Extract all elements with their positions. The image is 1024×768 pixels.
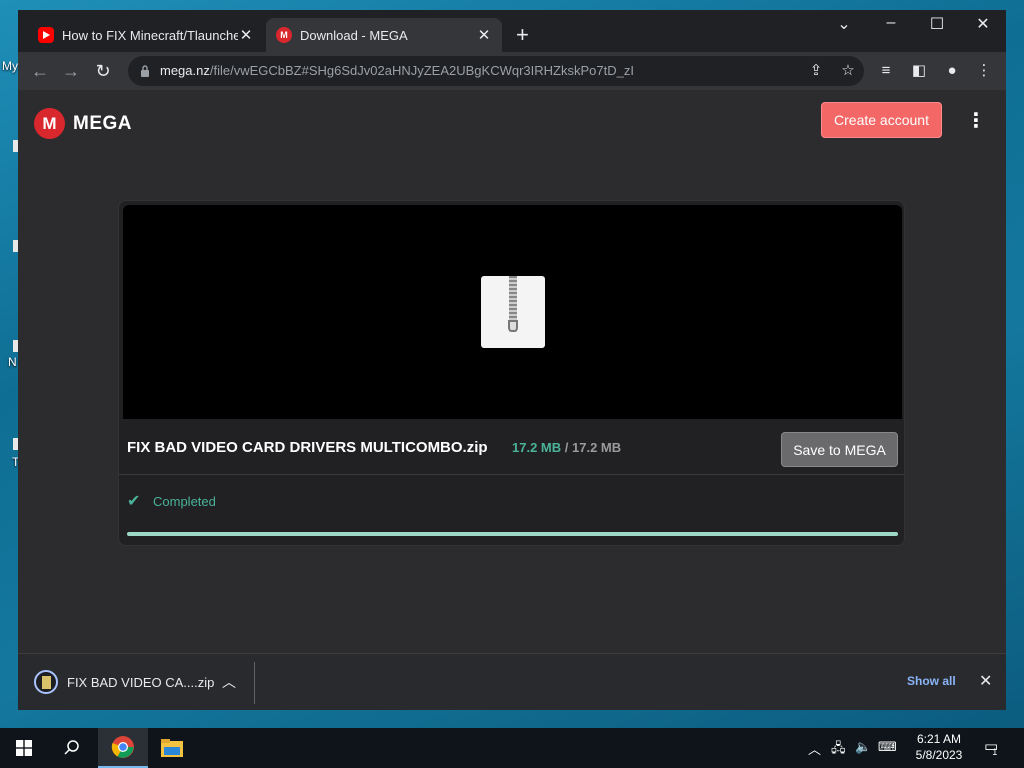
browser-menu-icon[interactable]: ⋮ bbox=[974, 61, 994, 81]
save-to-mega-button[interactable]: Save to MEGA bbox=[781, 432, 898, 467]
start-button[interactable] bbox=[0, 728, 48, 768]
progress-fill bbox=[127, 532, 898, 536]
url-path: /file/vwEGCbBZ#SHg6SdJv02aHNJyZEA2UBgKCW… bbox=[209, 63, 634, 78]
file-info-row: FIX BAD VIDEO CARD DRIVERS MULTICOMBO.zi… bbox=[119, 423, 904, 475]
url-host: mega.nz bbox=[160, 63, 210, 78]
mega-logo-icon: M bbox=[34, 108, 65, 139]
mega-logo-text: MEGA bbox=[73, 112, 132, 134]
zip-file-icon bbox=[481, 276, 545, 348]
minimize-button[interactable]: – bbox=[868, 14, 914, 32]
download-status: ✔ Completed bbox=[127, 491, 216, 511]
mega-icon: M bbox=[276, 27, 292, 43]
tab-strip: How to FIX Minecraft/Tlauncher ✕ M Downl… bbox=[18, 10, 1006, 52]
shelf-divider bbox=[254, 662, 255, 704]
tab-search-icon[interactable]: ⌄ bbox=[821, 14, 867, 34]
share-icon[interactable]: ⇪ bbox=[806, 61, 826, 81]
create-account-button[interactable]: Create account bbox=[821, 102, 942, 138]
youtube-icon bbox=[38, 27, 54, 43]
close-tab-icon[interactable]: ✕ bbox=[476, 26, 492, 44]
clock-date: 5/8/2023 bbox=[915, 748, 963, 762]
url-text: mega.nz/file/vwEGCbBZ#SHg6SdJv02aHNJyZEA… bbox=[160, 63, 634, 78]
zipper-pull-icon bbox=[508, 320, 518, 332]
tab-mega[interactable]: M Download - MEGA ✕ bbox=[266, 18, 502, 52]
file-explorer-icon[interactable] bbox=[150, 728, 194, 768]
side-panel-icon[interactable]: ◧ bbox=[909, 61, 929, 81]
mega-page: M MEGA Create account ⋮ FIX BAD VIDEO CA… bbox=[18, 90, 1006, 653]
file-name: FIX BAD VIDEO CARD DRIVERS MULTICOMBO.zi… bbox=[127, 439, 488, 456]
browser-toolbar: ← → ↻ mega.nz/file/vwEGCbBZ#SHg6SdJv02aH… bbox=[18, 52, 1006, 90]
tab-title: How to FIX Minecraft/Tlauncher bbox=[62, 27, 238, 43]
chrome-taskbar-icon[interactable] bbox=[98, 728, 148, 768]
status-text: Completed bbox=[153, 493, 216, 509]
chevron-up-icon[interactable]: ︿ bbox=[222, 672, 236, 692]
notification-count: 1 bbox=[992, 747, 998, 757]
desktop-label-n: N bbox=[8, 355, 17, 369]
network-icon[interactable]: 🖧 bbox=[831, 739, 846, 761]
lock-icon bbox=[141, 65, 149, 77]
total-size: 17.2 MB bbox=[572, 440, 622, 455]
back-arrow-icon[interactable]: ← bbox=[29, 60, 51, 82]
zip-download-icon[interactable] bbox=[34, 670, 58, 694]
download-item-name[interactable]: FIX BAD VIDEO CA....zip bbox=[67, 675, 214, 690]
bookmark-star-icon[interactable]: ☆ bbox=[838, 61, 858, 81]
tab-title: Download - MEGA bbox=[300, 27, 408, 43]
downloaded-size: 17.2 MB bbox=[512, 440, 562, 455]
notification-center-icon[interactable]: ▭1 bbox=[984, 737, 998, 757]
checkmark-icon: ✔ bbox=[127, 493, 141, 510]
desktop-label-my: My bbox=[2, 59, 18, 73]
new-tab-button[interactable]: + bbox=[516, 24, 529, 46]
maximize-button[interactable]: ☐ bbox=[914, 14, 960, 34]
volume-icon[interactable]: 🔈 bbox=[855, 739, 871, 755]
progress-bar bbox=[127, 532, 898, 536]
download-card: FIX BAD VIDEO CARD DRIVERS MULTICOMBO.zi… bbox=[118, 200, 905, 546]
browser-window: How to FIX Minecraft/Tlauncher ✕ M Downl… bbox=[18, 10, 1006, 710]
file-size: 17.2 MB / 17.2 MB bbox=[512, 440, 621, 455]
taskbar-clock[interactable]: 6:21 AM 5/8/2023 bbox=[906, 731, 972, 763]
address-bar[interactable]: mega.nz/file/vwEGCbBZ#SHg6SdJv02aHNJyZEA… bbox=[128, 56, 864, 86]
reload-icon[interactable]: ↻ bbox=[92, 60, 114, 82]
forward-arrow-icon[interactable]: → bbox=[60, 60, 82, 82]
close-shelf-icon[interactable]: ✕ bbox=[979, 671, 992, 691]
close-tab-icon[interactable]: ✕ bbox=[238, 26, 254, 44]
search-icon[interactable] bbox=[48, 728, 96, 768]
windows-icon bbox=[16, 740, 32, 756]
profile-icon[interactable]: ● bbox=[942, 61, 962, 81]
file-preview bbox=[123, 205, 902, 419]
size-separator: / bbox=[564, 440, 569, 455]
tab-youtube[interactable]: How to FIX Minecraft/Tlauncher ✕ bbox=[28, 18, 264, 52]
show-all-link[interactable]: Show all bbox=[907, 674, 956, 688]
more-options-icon[interactable]: ⋮ bbox=[966, 110, 986, 132]
media-control-icon[interactable]: ≡ bbox=[876, 61, 896, 81]
chevron-up-tray-icon[interactable]: ︿ bbox=[808, 739, 821, 758]
download-shelf: FIX BAD VIDEO CA....zip ︿ Show all ✕ bbox=[18, 653, 1006, 710]
clock-time: 6:21 AM bbox=[916, 732, 962, 746]
close-window-button[interactable]: ✕ bbox=[960, 14, 1006, 34]
keyboard-icon[interactable]: ⌨ bbox=[878, 739, 897, 755]
mega-logo[interactable]: M MEGA bbox=[34, 108, 132, 139]
taskbar: ︿ 🖧 🔈 ⌨ 6:21 AM 5/8/2023 ▭1 bbox=[0, 728, 1024, 768]
